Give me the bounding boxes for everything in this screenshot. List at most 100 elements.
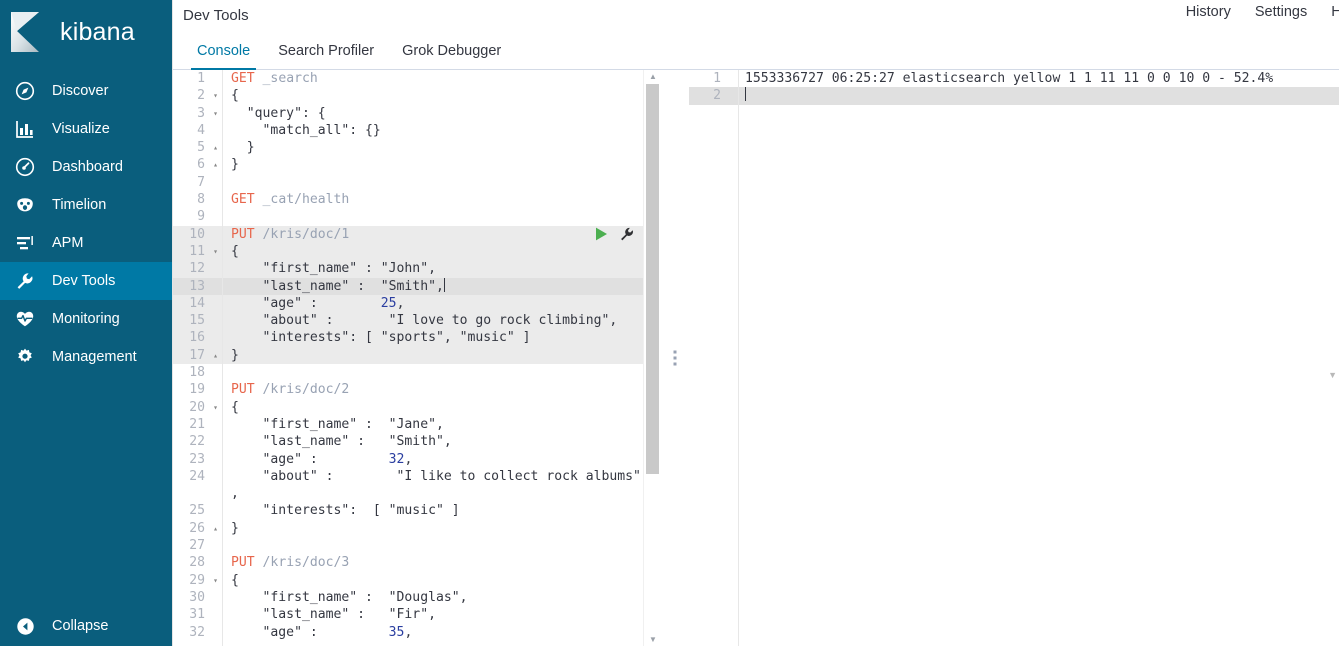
tab-grok-debugger[interactable]: Grok Debugger xyxy=(388,43,515,69)
fold-open-icon[interactable]: ▾ xyxy=(213,243,218,260)
fold-open-icon[interactable]: ▾ xyxy=(213,399,218,416)
sidebar-item-monitoring[interactable]: Monitoring xyxy=(0,300,172,338)
code-line[interactable]: "last_name" : "Smith", xyxy=(223,433,643,450)
caret-down-icon[interactable]: ▼ xyxy=(644,633,661,646)
output-line[interactable] xyxy=(739,87,1339,105)
line-number: 25 xyxy=(189,503,205,519)
code-line[interactable]: } xyxy=(223,139,643,156)
code-line[interactable]: "about" : "I love to go rock climbing", xyxy=(223,312,643,330)
code-line[interactable] xyxy=(223,208,643,225)
token-str: "interests": [ "sports", "music" ] xyxy=(231,330,531,346)
code-line[interactable]: PUT /kris/doc/1 xyxy=(223,225,643,243)
output-line[interactable]: 1553336727 06:25:27 elasticsearch yellow… xyxy=(739,70,1339,87)
token-num: 25 xyxy=(380,295,397,311)
code-line[interactable] xyxy=(223,174,643,191)
token-brace: { xyxy=(231,399,239,415)
sidebar-item-timelion[interactable]: Timelion xyxy=(0,186,172,224)
wrench-icon xyxy=(10,271,40,291)
global-nav-sidebar: kibana Discover Visualize Dashboard Time… xyxy=(0,0,172,646)
token-brace: } xyxy=(231,347,239,363)
fold-close-icon[interactable]: ▴ xyxy=(213,520,218,537)
token-method: PUT xyxy=(231,226,255,242)
code-line[interactable]: "age" : 25, xyxy=(223,294,643,313)
help-link[interactable]: Hel xyxy=(1331,4,1339,20)
code-line[interactable]: } xyxy=(223,520,643,537)
line-number: 9 xyxy=(197,209,205,225)
fold-close-icon[interactable]: ▴ xyxy=(213,139,218,156)
code-line[interactable]: GET _cat/health xyxy=(223,191,643,208)
response-output[interactable]: 12 1553336727 06:25:27 elasticsearch yel… xyxy=(689,70,1339,646)
wrench-icon[interactable] xyxy=(619,226,635,247)
token-str: "age" : xyxy=(231,295,381,311)
line-number: 8 xyxy=(197,192,205,208)
sidebar-item-dev-tools[interactable]: Dev Tools xyxy=(0,262,172,300)
sidebar-item-dashboard[interactable]: Dashboard xyxy=(0,148,172,186)
code-line[interactable]: PUT /kris/doc/3 xyxy=(223,554,643,571)
code-line[interactable] xyxy=(223,537,643,554)
drag-handle-dots-icon[interactable] xyxy=(673,350,677,366)
fold-close-icon[interactable]: ▴ xyxy=(213,156,218,173)
code-line[interactable]: { xyxy=(223,87,643,104)
output-code[interactable]: 1553336727 06:25:27 elasticsearch yellow… xyxy=(739,70,1339,646)
play-triangle-icon[interactable] xyxy=(593,226,609,247)
request-actions xyxy=(593,226,635,247)
line-number: 30 xyxy=(189,589,205,605)
output-scroll-down-icon[interactable]: ▼ xyxy=(1328,370,1337,380)
sidebar-item-visualize[interactable]: Visualize xyxy=(0,110,172,148)
line-number: 6 ▴ xyxy=(197,156,218,173)
sidebar-item-management[interactable]: Management xyxy=(0,338,172,376)
collapse-nav-button[interactable]: Collapse xyxy=(0,606,172,646)
sidebar-item-label: Dashboard xyxy=(52,159,123,175)
pane-splitter[interactable] xyxy=(661,70,689,646)
token-brace: } xyxy=(231,140,255,156)
caret-up-icon[interactable]: ▲ xyxy=(644,70,661,83)
code-line[interactable]: { xyxy=(223,572,643,589)
kibana-brand[interactable]: kibana xyxy=(0,0,172,64)
fold-close-icon[interactable]: ▴ xyxy=(213,347,218,364)
code-line[interactable]: PUT /kris/doc/2 xyxy=(223,381,643,398)
output-line-number: 1 xyxy=(713,71,721,86)
timelion-icon xyxy=(10,195,40,215)
code-line[interactable]: "query": { xyxy=(223,105,643,122)
code-line[interactable]: { xyxy=(223,399,643,416)
code-line[interactable] xyxy=(223,364,643,381)
line-number: 26 ▴ xyxy=(189,520,218,537)
settings-link[interactable]: Settings xyxy=(1255,4,1307,20)
code-line[interactable]: , xyxy=(223,485,643,502)
token-brace: } xyxy=(231,157,239,173)
code-line[interactable]: "age" : 35, xyxy=(223,624,643,641)
code-line[interactable]: { xyxy=(223,242,643,261)
editor-scrollbar[interactable]: ▲ ▼ xyxy=(643,70,661,646)
editor-code[interactable]: GET _search{ "query": { "match_all": {} … xyxy=(223,70,643,646)
kibana-app: kibana Discover Visualize Dashboard Time… xyxy=(0,0,1339,646)
code-line[interactable]: GET _search xyxy=(223,70,643,87)
tab-console[interactable]: Console xyxy=(183,43,264,70)
code-line[interactable]: } xyxy=(223,346,643,365)
code-line[interactable]: "first_name" : "John", xyxy=(223,260,643,278)
sidebar-item-apm[interactable]: APM xyxy=(0,224,172,262)
code-line[interactable]: "age" : 32, xyxy=(223,451,643,468)
code-line[interactable]: "about" : "I like to collect rock albums… xyxy=(223,468,643,485)
code-line[interactable]: "match_all": {} xyxy=(223,122,643,139)
code-line[interactable]: "first_name" : "Douglas", xyxy=(223,589,643,606)
scrollbar-thumb[interactable] xyxy=(646,84,659,474)
sidebar-item-discover[interactable]: Discover xyxy=(0,72,172,110)
request-editor[interactable]: 1 2 ▾ 3 ▾ 4 5 ▴ 6 ▴ 7 8 9 10 11 ▾ 12 13 14 15 16 17 ▴ 18 19 20 ▾ 21… xyxy=(173,70,661,646)
line-number: 1 xyxy=(197,71,205,86)
token-punc: , xyxy=(231,486,239,502)
fold-open-icon[interactable]: ▾ xyxy=(213,87,218,104)
code-line[interactable]: "last_name" : "Fir", xyxy=(223,606,643,623)
fold-open-icon[interactable]: ▾ xyxy=(213,105,218,122)
fold-open-icon[interactable]: ▾ xyxy=(213,572,218,589)
code-line[interactable]: "interests": [ "music" ] xyxy=(223,502,643,519)
chevron-left-circle-icon xyxy=(10,617,40,636)
code-line[interactable]: } xyxy=(223,156,643,173)
code-line[interactable]: "interests": [ "sports", "music" ] xyxy=(223,329,643,347)
history-link[interactable]: History xyxy=(1186,4,1231,20)
tab-search-profiler[interactable]: Search Profiler xyxy=(264,43,388,69)
code-line[interactable]: "first_name" : "Jane", xyxy=(223,416,643,433)
code-line[interactable]: "last_name" : "Smith", xyxy=(223,277,643,295)
